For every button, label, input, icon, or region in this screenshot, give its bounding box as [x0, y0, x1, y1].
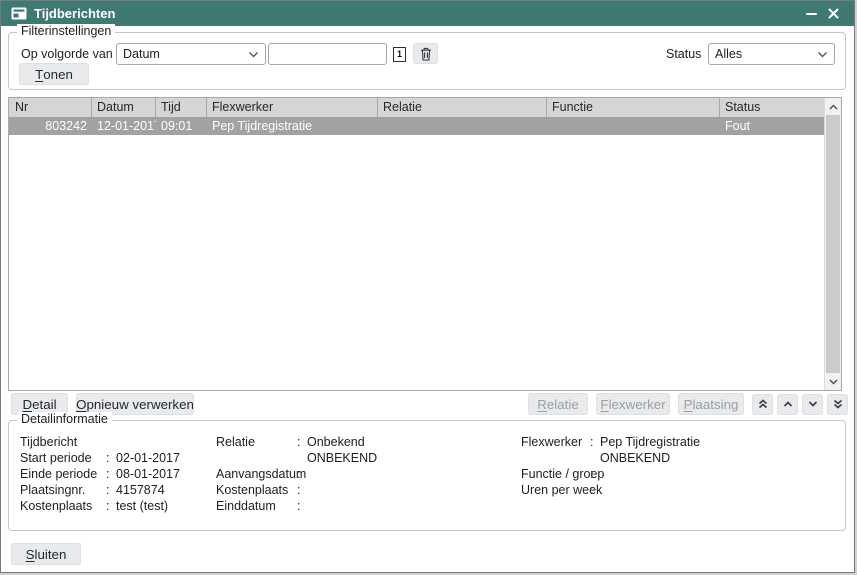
last-record-button[interactable]	[827, 394, 848, 415]
minimize-icon	[806, 13, 817, 15]
cell-tijd: 09:01	[156, 117, 207, 135]
first-record-button[interactable]	[752, 394, 773, 415]
chevron-up-icon	[783, 401, 793, 407]
status-label: Status	[666, 47, 701, 61]
order-by-value: Datum	[123, 47, 248, 61]
tonen-button[interactable]: Tonen	[19, 63, 89, 85]
filter-group-label: Filterinstellingen	[17, 24, 115, 38]
detail-field: ONBEKEND	[216, 450, 377, 466]
detail-field: Start periode:02-01-2017	[20, 450, 180, 466]
detail-field: ONBEKEND	[521, 450, 700, 466]
column-header-flexwerker[interactable]: Flexwerker	[207, 98, 378, 117]
table-row[interactable]: 803242 12-01-2017 09:01 Pep Tijdregistra…	[9, 117, 824, 135]
detail-field: Uren per week:	[521, 482, 700, 498]
detail-field: Aanvangsdatum:	[216, 466, 377, 482]
flexwerker-button[interactable]: Flexwerker	[596, 393, 670, 415]
scroll-down-button[interactable]	[825, 373, 841, 390]
detail-groupbox: Detailinformatie Tijdbericht Start perio…	[8, 420, 846, 531]
filter-groupbox: Filterinstellingen Op volgorde van Datum…	[8, 32, 846, 90]
tijdberichten-dialog: Tijdberichten Filterinstellingen Op volg…	[0, 0, 855, 573]
column-header-functie[interactable]: Functie	[547, 98, 720, 117]
minimize-button[interactable]	[800, 4, 822, 24]
relatie-button[interactable]: Relatie	[528, 393, 588, 415]
cell-flexwerker: Pep Tijdregistratie	[207, 117, 378, 135]
chevron-up-icon	[829, 104, 838, 110]
app-icon	[11, 7, 27, 20]
cell-status: Fout	[720, 117, 824, 135]
cell-functie	[547, 117, 720, 135]
cell-relatie	[378, 117, 547, 135]
status-value: Alles	[715, 47, 817, 61]
order-by-select[interactable]: Datum	[116, 43, 266, 65]
cell-datum: 12-01-2017	[92, 117, 156, 135]
detail-column-1: Tijdbericht Start periode:02-01-2017 Ein…	[20, 434, 180, 514]
chevron-double-down-icon	[833, 399, 843, 409]
clear-filter-button[interactable]	[413, 43, 438, 64]
detail-column-2: Relatie:Onbekend ONBEKEND Aanvangsdatum:…	[216, 434, 377, 514]
calendar-button[interactable]: 1	[390, 44, 409, 64]
chevron-down-icon	[808, 401, 818, 407]
detail-field: Einde periode:08-01-2017	[20, 466, 180, 482]
detail-field: Flexwerker:Pep Tijdregistratie	[521, 434, 700, 450]
trash-icon	[420, 47, 432, 61]
chevron-down-icon	[817, 51, 828, 58]
column-header-datum[interactable]: Datum	[92, 98, 156, 117]
scrollbar-thumb[interactable]	[826, 115, 840, 373]
sluiten-button[interactable]: Sluiten	[11, 543, 81, 565]
detail-field: Plaatsingnr.:4157874	[20, 482, 180, 498]
column-header-relatie[interactable]: Relatie	[378, 98, 547, 117]
column-header-nr[interactable]: Nr	[9, 98, 92, 117]
next-record-button[interactable]	[802, 394, 823, 415]
column-header-status[interactable]: Status	[720, 98, 824, 117]
messages-table: Nr Datum Tijd Flexwerker Relatie Functie…	[8, 97, 842, 391]
status-select[interactable]: Alles	[708, 43, 835, 65]
window-title: Tijdberichten	[34, 6, 800, 21]
detail-field: Kostenplaats:	[216, 482, 377, 498]
scroll-up-button[interactable]	[825, 98, 841, 115]
close-button[interactable]	[822, 4, 844, 24]
detail-column-3: Flexwerker:Pep Tijdregistratie ONBEKEND …	[521, 434, 700, 498]
detail-group-label: Detailinformatie	[17, 412, 112, 426]
column-header-tijd[interactable]: Tijd	[156, 98, 207, 117]
previous-record-button[interactable]	[777, 394, 798, 415]
record-navigation	[752, 394, 848, 415]
vertical-scrollbar[interactable]	[824, 98, 841, 390]
plaatsing-button[interactable]: Plaatsing	[678, 393, 744, 415]
table-header: Nr Datum Tijd Flexwerker Relatie Functie…	[9, 98, 824, 117]
chevron-double-up-icon	[758, 399, 768, 409]
titlebar: Tijdberichten	[1, 1, 854, 26]
cell-nr: 803242	[9, 117, 92, 135]
calendar-icon: 1	[393, 47, 406, 62]
detail-field: Kostenplaats:test (test)	[20, 498, 180, 514]
right-action-cluster: Relatie Flexwerker Plaatsing	[528, 393, 848, 415]
order-by-label: Op volgorde van	[21, 47, 113, 61]
filter-value-input[interactable]	[268, 43, 387, 65]
detail-field: Relatie:Onbekend	[216, 434, 377, 450]
close-icon	[828, 8, 839, 19]
chevron-down-icon	[248, 51, 259, 58]
detail-field: Functie / groep:	[521, 466, 700, 482]
detail-field: Tijdbericht	[20, 434, 180, 450]
detail-field: Einddatum:	[216, 498, 377, 514]
chevron-down-icon	[829, 379, 838, 385]
